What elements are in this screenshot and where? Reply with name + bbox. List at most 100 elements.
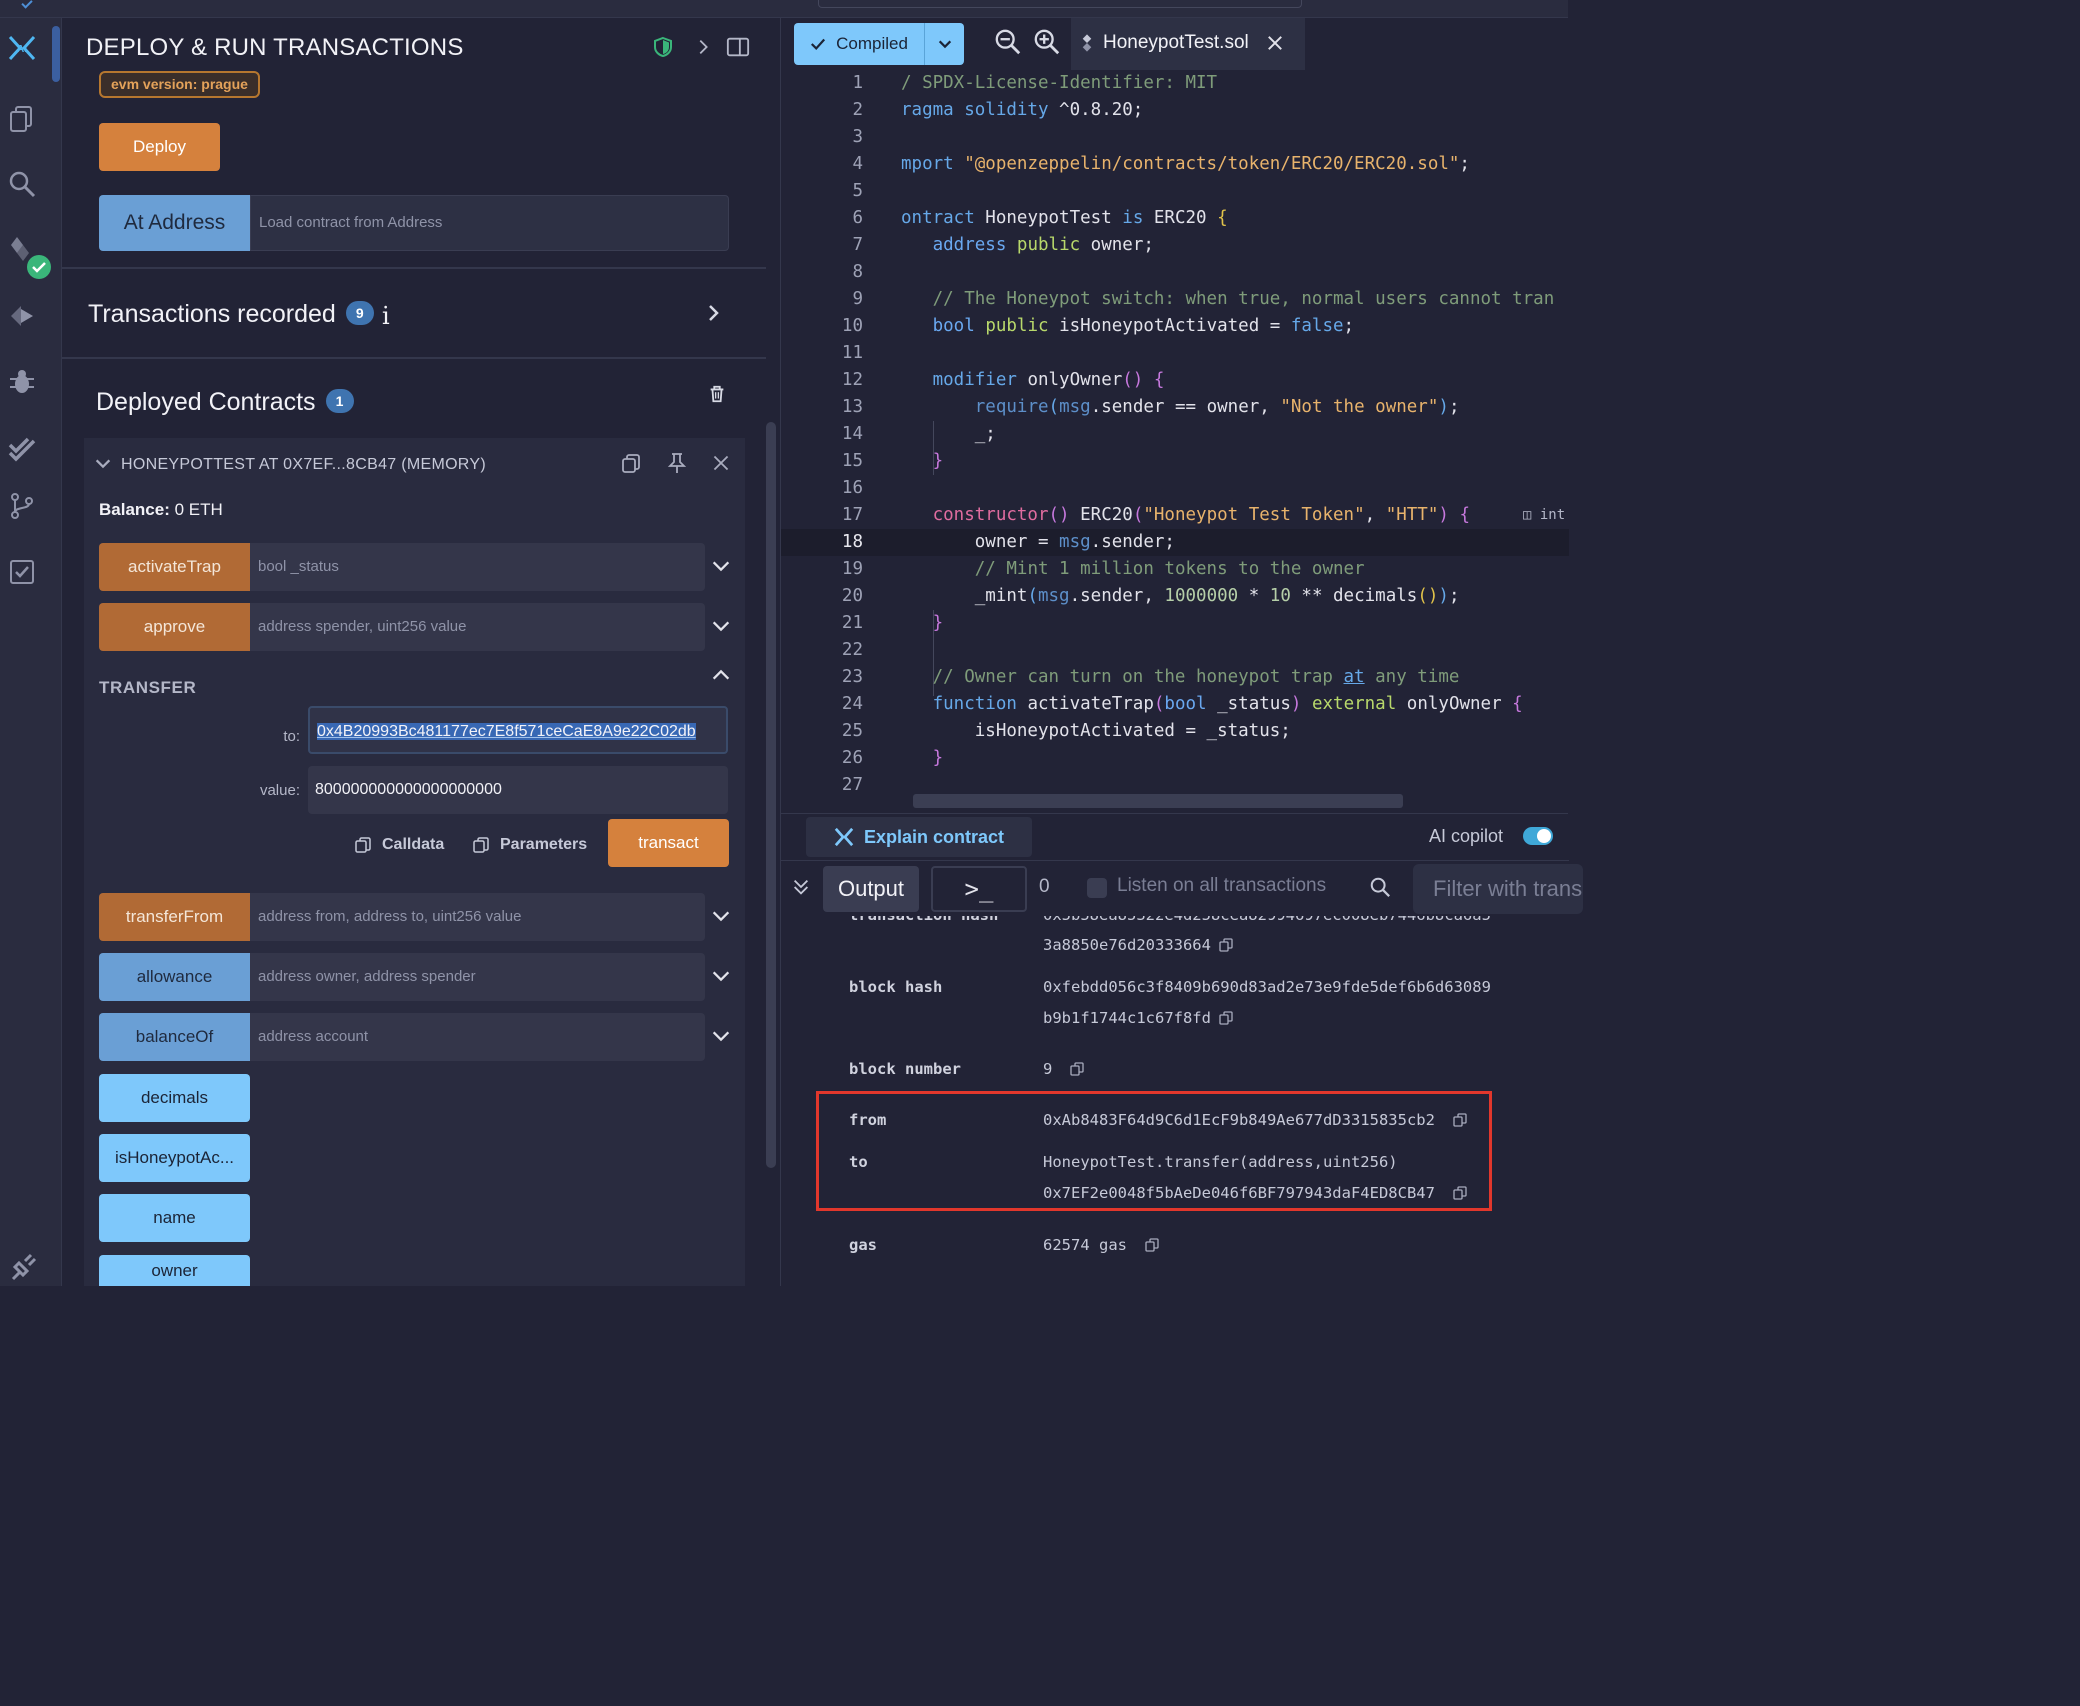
filter-input[interactable]: Filter with transaction: [1413, 864, 1583, 914]
plugin-manager-icon[interactable]: [6, 1252, 38, 1284]
deploy-run-panel: DEPLOY & RUN TRANSACTIONS evm version: p…: [62, 18, 780, 1286]
compile-options-dropdown[interactable]: [924, 23, 964, 65]
parameters-button[interactable]: Parameters: [472, 836, 587, 854]
info-icon[interactable]: i: [382, 302, 390, 330]
terminal-icon[interactable]: >_: [931, 866, 1027, 912]
chevron-right-icon[interactable]: [702, 302, 724, 330]
gas-row: 62574 gas: [1043, 1236, 1159, 1254]
contract-instance-title[interactable]: HONEYPOTTEST AT 0X7EF...8CB47 (MEMORY): [121, 456, 486, 474]
transactions-recorded-label: Transactions recorded: [88, 300, 336, 328]
decimals-button[interactable]: decimals: [99, 1074, 250, 1122]
allowance-input[interactable]: address owner, address spender: [250, 953, 705, 1001]
to-line2: 0x7EF2e0048f5bAeDe046f6BF797943daF4ED8CB…: [1043, 1184, 1435, 1202]
copy-icon[interactable]: [1070, 1062, 1084, 1076]
debugger-icon[interactable]: [6, 366, 38, 398]
panel-scrollbar[interactable]: [766, 422, 776, 1168]
panel-title: DEPLOY & RUN TRANSACTIONS: [86, 34, 464, 61]
balance-label: Balance:: [99, 500, 170, 519]
close-icon[interactable]: [708, 450, 734, 476]
copy-icon[interactable]: [1145, 1238, 1159, 1252]
pin-icon[interactable]: [664, 450, 690, 476]
activate-trap-input[interactable]: bool _status: [250, 543, 705, 591]
gas-value: 62574 gas: [1043, 1236, 1127, 1254]
terminal-panel: Explain contract AI copilot Output >_ 0 …: [780, 813, 1583, 1286]
copy-icon: [473, 837, 489, 853]
name-button[interactable]: name: [99, 1194, 250, 1242]
zoom-in-icon[interactable]: [1033, 28, 1063, 58]
search-icon[interactable]: [1369, 876, 1393, 900]
transactions-recorded-header[interactable]: Transactions recorded 9: [88, 300, 374, 329]
approve-button[interactable]: approve: [99, 603, 250, 651]
block-number-row: 9: [1043, 1060, 1084, 1078]
zoom-out-icon[interactable]: [994, 28, 1024, 58]
code-line: 20 _mint(msg.sender, 1000000 * 10 ** dec…: [841, 586, 1460, 606]
code-lines[interactable]: 1/ SPDX-License-Identifier: MIT 2 ragma s…: [781, 70, 1569, 813]
ai-copilot-toggle[interactable]: [1523, 827, 1553, 845]
top-strip: [0, 0, 1568, 18]
transfer-to-input[interactable]: 0x4B20993Bc481177ec7E8f571ceCaE8A9e22C02…: [308, 706, 728, 754]
code-line: 19 // Mint 1 million tokens to the owner: [841, 559, 1365, 579]
trash-icon[interactable]: [707, 384, 727, 410]
pending-tx-count: 0: [1039, 876, 1050, 897]
deploy-run-icon[interactable]: [6, 300, 38, 332]
copy-icon[interactable]: [618, 450, 644, 476]
code-line: 15 }: [841, 451, 944, 471]
block-number-label: block number: [849, 1060, 961, 1078]
verify-contract-icon[interactable]: [6, 556, 38, 588]
copy-icon[interactable]: [1453, 1186, 1467, 1200]
copy-icon[interactable]: [1219, 938, 1233, 952]
chevron-up-icon[interactable]: [710, 664, 734, 688]
git-branch-icon[interactable]: [6, 490, 38, 522]
code-editor: Compiled HoneypotTest.sol 1/ SPDX-Licens…: [780, 18, 1569, 813]
remix-ai-icon[interactable]: AI: [6, 32, 38, 64]
chevron-down-icon[interactable]: [90, 450, 116, 476]
chevron-down-icon[interactable]: [710, 1025, 734, 1049]
code-line: 11: [841, 343, 863, 363]
double-chevron-down-icon[interactable]: [791, 877, 813, 899]
test-double-check-icon[interactable]: [6, 432, 38, 464]
file-explorer-icon[interactable]: [6, 102, 38, 134]
calldata-button[interactable]: Calldata: [354, 836, 444, 854]
chevron-down-icon[interactable]: [710, 905, 734, 929]
approve-input[interactable]: address spender, uint256 value: [250, 603, 705, 651]
evm-version-badge: evm version: prague: [99, 71, 260, 98]
balance-of-button[interactable]: balanceOf: [99, 1013, 250, 1061]
explain-contract-button[interactable]: Explain contract: [806, 817, 1032, 857]
balance-of-input[interactable]: address account: [250, 1013, 705, 1061]
allowance-button[interactable]: allowance: [99, 953, 250, 1001]
balance-line: Balance: 0 ETH: [99, 500, 223, 520]
transfer-from-button[interactable]: transferFrom: [99, 893, 250, 941]
transact-button[interactable]: transact: [608, 819, 729, 867]
chevron-right-icon[interactable]: [690, 34, 716, 60]
shield-icon[interactable]: [650, 34, 676, 60]
code-line: 14 _;: [841, 424, 996, 444]
file-tab[interactable]: HoneypotTest.sol: [1071, 18, 1305, 70]
owner-button[interactable]: owner: [99, 1255, 250, 1286]
command-search-box[interactable]: [818, 0, 1302, 8]
listen-checkbox[interactable]: [1087, 878, 1107, 898]
output-tab[interactable]: Output: [823, 866, 919, 912]
chevron-down-icon[interactable]: [710, 615, 734, 639]
file-tab-name: HoneypotTest.sol: [1103, 32, 1249, 53]
from-row: 0xAb8483F64d9C6d1EcF9b849Ae677dD3315835c…: [1043, 1111, 1467, 1129]
copy-icon[interactable]: [1453, 1113, 1467, 1127]
code-line: 17 constructor() ERC20("Honeypot Test To…: [781, 502, 1569, 529]
deploy-button[interactable]: Deploy: [99, 123, 220, 171]
close-icon[interactable]: [1267, 35, 1283, 51]
transfer-to-value: 0x4B20993Bc481177ec7E8f571ceCaE8A9e22C02…: [317, 723, 696, 740]
transfer-value-input[interactable]: 800000000000000000000: [308, 766, 728, 814]
tx-hash-line2: 3a8850e76d20333664: [1043, 936, 1211, 954]
panel-layout-icon[interactable]: [725, 34, 751, 60]
chevron-down-icon[interactable]: [710, 965, 734, 989]
at-address-input[interactable]: Load contract from Address: [250, 195, 729, 251]
activate-trap-button[interactable]: activateTrap: [99, 543, 250, 591]
code-line: 23 // Owner can turn on the honeypot tra…: [841, 667, 1460, 687]
compiled-button[interactable]: Compiled: [794, 23, 924, 65]
editor-horizontal-scrollbar[interactable]: [913, 794, 1403, 808]
chevron-down-icon[interactable]: [710, 555, 734, 579]
transfer-from-input[interactable]: address from, address to, uint256 value: [250, 893, 705, 941]
at-address-button[interactable]: At Address: [99, 195, 250, 251]
copy-icon[interactable]: [1219, 1011, 1233, 1025]
search-icon[interactable]: [6, 168, 38, 200]
is-honeypot-activated-button[interactable]: isHoneypotAc...: [99, 1134, 250, 1182]
